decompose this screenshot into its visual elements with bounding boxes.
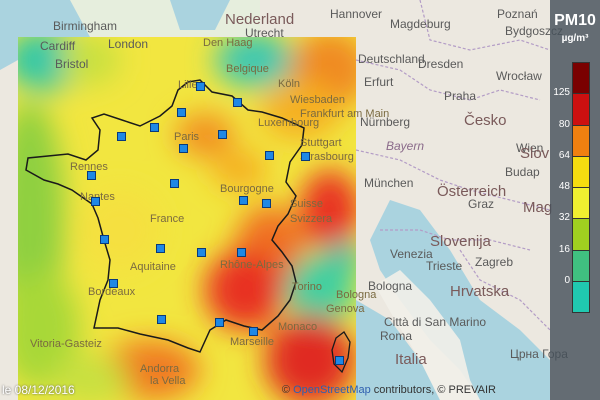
station-marker[interactable]: [179, 144, 188, 153]
legend-swatch: [572, 155, 590, 188]
city-label: la Vella: [150, 375, 186, 387]
city-label: Città di San Marino: [384, 315, 486, 329]
legend-swatch: [572, 218, 590, 251]
pollution-map[interactable]: Birmingham Nederland Utrecht Hannover Ma…: [0, 0, 600, 400]
station-marker[interactable]: [233, 98, 242, 107]
country-label: Česko: [464, 112, 507, 129]
city-label: Trieste: [426, 259, 463, 273]
station-marker[interactable]: [301, 152, 310, 161]
station-marker[interactable]: [150, 123, 159, 132]
station-marker[interactable]: [262, 199, 271, 208]
region-label: Bourgogne: [220, 183, 274, 195]
city-label: München: [364, 176, 413, 190]
legend-tick-label: 0: [564, 274, 570, 286]
country-label: Suisse: [290, 198, 323, 210]
legend-title: PM10: [554, 12, 596, 29]
city-label: Lille: [178, 79, 198, 91]
station-marker[interactable]: [237, 248, 246, 257]
city-label: Paris: [174, 131, 200, 143]
station-marker[interactable]: [177, 108, 186, 117]
city-label: Genova: [326, 303, 365, 315]
city-label: Wiesbaden: [290, 94, 345, 106]
city-label: Cardiff: [40, 39, 76, 53]
legend-swatch: [572, 249, 590, 282]
station-marker[interactable]: [87, 171, 96, 180]
country-label: Mag: [523, 199, 552, 216]
legend-unit: µg/m³: [561, 33, 589, 44]
station-marker[interactable]: [215, 318, 224, 327]
legend-swatch: [572, 280, 590, 313]
station-marker[interactable]: [156, 244, 165, 253]
city-label: Erfurt: [364, 75, 394, 89]
city-label: Andorra: [140, 363, 180, 375]
city-label: Magdeburg: [390, 17, 451, 31]
country-label: France: [150, 213, 184, 225]
city-label: Budap: [505, 165, 540, 179]
pm10-legend: PM10 µg/m³ 125 80 64 48 32 16 0: [550, 0, 600, 400]
country-label: Slovenija: [430, 233, 492, 250]
attribution-rest: contributors, © PREVAIR: [370, 384, 496, 396]
city-label: Den Haag: [203, 37, 253, 49]
station-marker[interactable]: [335, 356, 344, 365]
legend-tick-label: 16: [558, 243, 570, 255]
station-marker[interactable]: [91, 197, 100, 206]
city-label: Bologna: [336, 289, 377, 301]
city-label: Vitoria-Gasteiz: [30, 338, 102, 350]
city-label: Roma: [380, 329, 412, 343]
legend-swatch: [572, 124, 590, 157]
legend-tick-label: 32: [558, 212, 570, 224]
city-label: London: [108, 37, 148, 51]
legend-tick-label: 48: [558, 181, 570, 192]
map-attribution: © OpenStreetMap contributors, © PREVAIR: [282, 384, 496, 396]
station-marker[interactable]: [218, 130, 227, 139]
region-label: Rhône-Alpes: [220, 259, 284, 271]
city-label: Wrocław: [496, 69, 542, 83]
station-marker[interactable]: [197, 248, 206, 257]
city-label: Monaco: [278, 321, 317, 333]
legend-tick-label: 125: [553, 87, 570, 99]
station-marker[interactable]: [157, 315, 166, 324]
station-marker[interactable]: [239, 196, 248, 205]
legend-tick-label: 64: [558, 149, 570, 161]
city-label: Torino: [292, 281, 322, 293]
station-marker[interactable]: [265, 151, 274, 160]
country-label: Italia: [395, 351, 427, 368]
city-label: Bristol: [55, 57, 88, 71]
station-marker[interactable]: [100, 235, 109, 244]
osm-link[interactable]: OpenStreetMap: [293, 384, 371, 396]
city-label: Zagreb: [475, 255, 513, 269]
city-label: Stuttgart: [300, 137, 342, 149]
country-label: Hrvatska: [450, 283, 510, 300]
country-label: Svizzera: [290, 213, 333, 225]
station-marker[interactable]: [109, 279, 118, 288]
legend-swatch: [572, 62, 590, 95]
city-label: Graz: [468, 197, 494, 211]
country-label: Slov: [520, 145, 550, 162]
country-label: Belgique: [226, 63, 269, 75]
station-marker[interactable]: [117, 132, 126, 141]
city-label: Praha: [444, 89, 476, 103]
station-marker[interactable]: [196, 82, 205, 91]
city-label: Köln: [278, 78, 300, 90]
legend-swatch: [572, 187, 590, 220]
country-label: Deutschland: [358, 52, 425, 66]
date-label: le 08/12/2016: [2, 383, 75, 397]
region-label: Bayern: [386, 139, 424, 153]
station-marker[interactable]: [170, 179, 179, 188]
city-label: Birmingham: [53, 19, 117, 33]
legend-tick-label: 80: [558, 118, 570, 130]
legend-swatch: [572, 93, 590, 126]
region-label: Aquitaine: [130, 261, 176, 273]
city-label: Luxembourg: [258, 117, 319, 129]
station-marker[interactable]: [249, 327, 258, 336]
attribution-prefix: ©: [281, 384, 294, 396]
city-label: Dresden: [418, 57, 463, 71]
city-label: Hannover: [330, 7, 382, 21]
city-label: Marseille: [230, 336, 274, 348]
city-label: Poznań: [497, 7, 538, 21]
